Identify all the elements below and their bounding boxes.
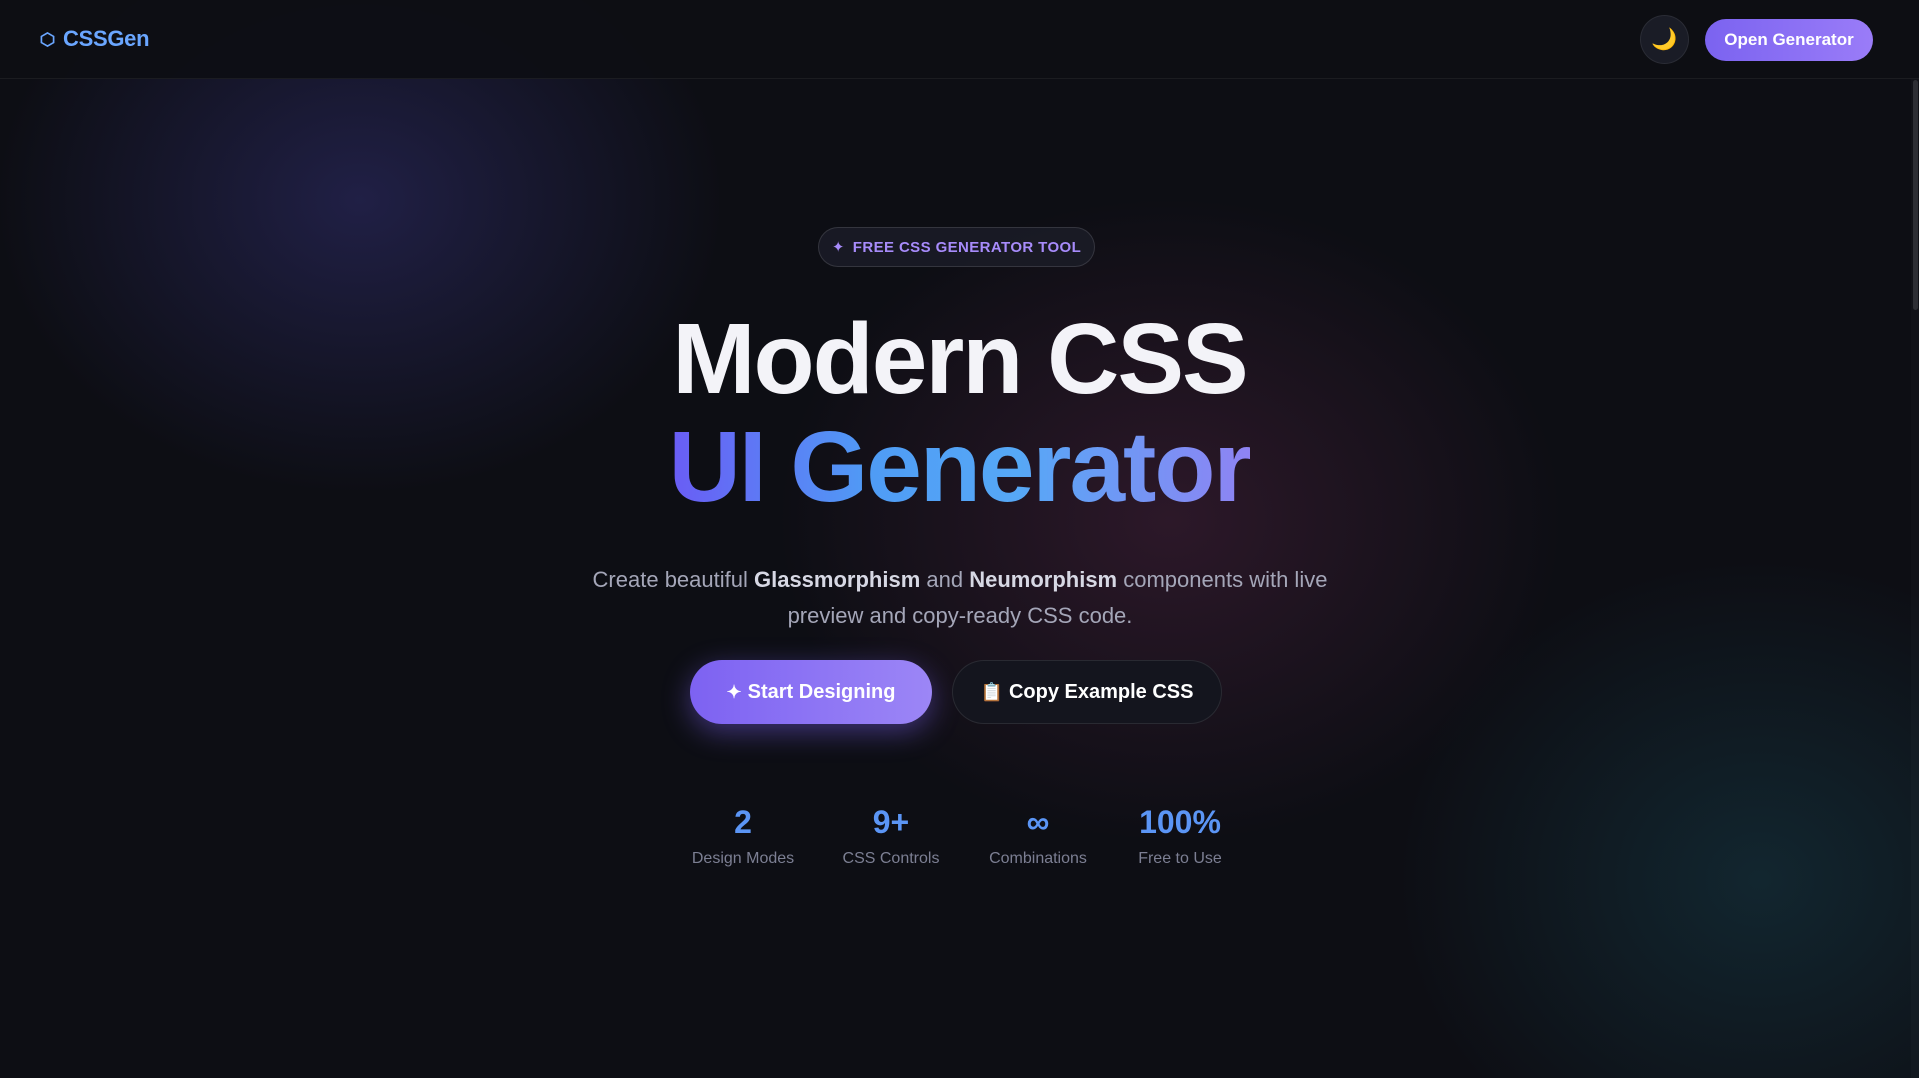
stat-label: Design Modes <box>691 850 795 867</box>
sparkle-icon: ✦ <box>831 239 845 256</box>
hero-title-line-1: Modern CSS <box>672 303 1248 415</box>
scrollbar-thumb[interactable] <box>1913 80 1918 310</box>
stat-combinations: ∞ Combinations <box>958 800 1118 868</box>
subtitle-glassmorphism: Glassmorphism <box>753 567 921 592</box>
stat-label: Free to Use <box>1138 850 1222 867</box>
clipboard-icon: 📋 <box>980 681 1003 702</box>
top-navigation-bar: CSSGen 🌙 Open Generator <box>0 0 1919 79</box>
stat-value: ∞ <box>1026 804 1050 840</box>
theme-toggle-button[interactable]: 🌙 <box>1640 15 1689 64</box>
open-generator-button[interactable]: Open Generator <box>1705 19 1873 61</box>
hero-title-line-2: UI Generator <box>0 412 1919 522</box>
brand-name: CSSGen <box>63 26 150 51</box>
stat-css-controls: 9+ CSS Controls <box>811 800 971 868</box>
stat-value: 2 <box>734 804 752 840</box>
hexagon-icon <box>40 31 55 47</box>
hero-subtitle: Create beautiful Glassmorphism and Neumo… <box>560 562 1360 634</box>
stat-label: CSS Controls <box>842 850 940 867</box>
landing-page: CSSGen 🌙 Open Generator ✦ FREE CSS GENER… <box>0 0 1919 1078</box>
start-designing-label: Start Designing <box>747 680 896 703</box>
hero-title-gradient-text: UI Generator <box>668 411 1253 523</box>
copy-example-css-label: Copy Example CSS <box>1008 680 1194 703</box>
stat-design-modes: 2 Design Modes <box>663 800 823 868</box>
subtitle-text-1: Create beautiful <box>592 567 754 592</box>
sparkle-icon: ✦ <box>726 681 742 702</box>
stat-free-to-use: 100% Free to Use <box>1100 800 1260 868</box>
stat-value: 100% <box>1139 804 1221 840</box>
stat-label: Combinations <box>989 850 1087 867</box>
subtitle-text-2: and <box>920 567 970 592</box>
stats-row: 2 Design Modes 9+ CSS Controls ∞ Combina… <box>0 800 1919 880</box>
copy-example-css-button[interactable]: 📋 Copy Example CSS <box>952 660 1222 724</box>
subtitle-neumorphism: Neumorphism <box>969 567 1118 592</box>
start-designing-button[interactable]: ✦ Start Designing <box>690 660 932 724</box>
stat-value: 9+ <box>872 804 910 840</box>
hero-badge: ✦ FREE CSS GENERATOR TOOL <box>818 227 1095 267</box>
brand-logo[interactable]: CSSGen <box>40 26 150 52</box>
badge-text: FREE CSS GENERATOR TOOL <box>852 238 1082 256</box>
moon-icon: 🌙 <box>1651 27 1678 51</box>
